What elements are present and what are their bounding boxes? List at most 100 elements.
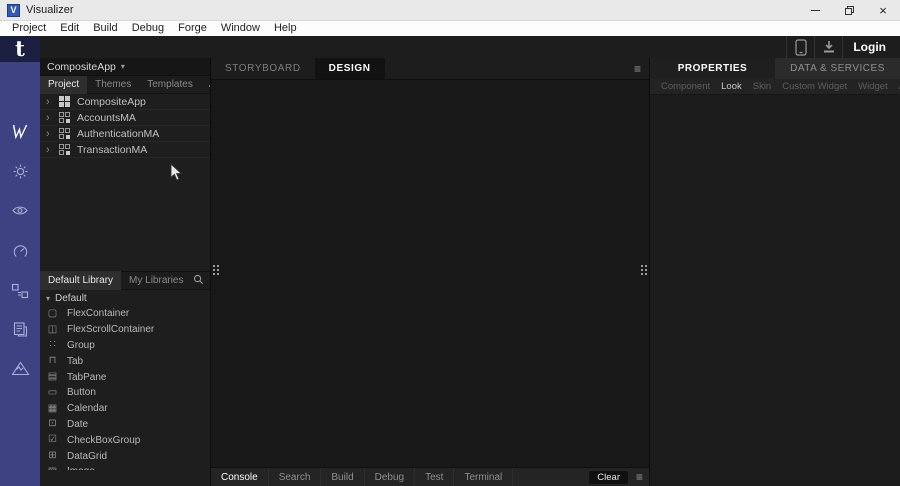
restore-icon — [845, 6, 854, 15]
tab-test[interactable]: Test — [415, 468, 454, 486]
datagrid-icon: ⊞ — [47, 450, 58, 462]
properties-panel: PROPERTIES DATA & SERVICES Component Loo… — [650, 58, 900, 486]
marketplace-mountain-icon[interactable] — [0, 361, 40, 376]
visualizer-window: V Visualizer × Project Edit Build Debug … — [0, 0, 900, 486]
tab-debug[interactable]: Debug — [365, 468, 415, 486]
preview-eye-icon[interactable] — [0, 204, 40, 217]
library-item-label: FlexScrollContainer — [67, 324, 154, 335]
app-selector-dropdown[interactable]: CompositeApp ▾ — [40, 58, 210, 76]
library-item-label: CheckBoxGroup — [67, 435, 140, 446]
restore-button[interactable] — [832, 0, 866, 20]
right-splitter-handle[interactable] — [641, 265, 647, 275]
menu-build[interactable]: Build — [86, 21, 124, 36]
chevron-right-icon[interactable]: › — [46, 144, 56, 156]
subtab-widget[interactable]: Widget — [858, 81, 888, 92]
properties-body — [650, 95, 900, 486]
device-preview-button[interactable] — [787, 36, 814, 58]
close-button[interactable]: × — [866, 0, 900, 20]
checkboxgroup-icon: ☑ — [47, 434, 58, 446]
chevron-right-icon[interactable]: › — [46, 112, 56, 124]
minimize-button[interactable] — [798, 0, 832, 20]
design-canvas-area: STORYBOARD DESIGN ≡ Console Search Build… — [210, 58, 650, 486]
tab-my-libraries[interactable]: My Libraries — [121, 271, 191, 290]
performance-gauge-icon[interactable] — [0, 243, 40, 260]
project-tree: › CompositeApp › AccountsMA › Authentica… — [40, 94, 210, 158]
microapp-icon — [59, 144, 70, 155]
library-item[interactable]: ▨ Image — [40, 464, 210, 470]
docs-icon[interactable] — [0, 321, 40, 338]
left-panel: CompositeApp ▾ Project Themes Templates … — [40, 58, 210, 486]
properties-subtabs: Component Look Skin Custom Widget Widget… — [650, 79, 900, 95]
right-panel-tabs: PROPERTIES DATA & SERVICES — [650, 58, 900, 79]
tree-item-accountsma[interactable]: › AccountsMA — [40, 110, 210, 126]
login-button[interactable]: Login — [843, 40, 900, 54]
library-item[interactable]: ⊞ DataGrid — [40, 448, 210, 464]
tab-storyboard[interactable]: STORYBOARD — [211, 58, 315, 79]
library-item[interactable]: ▤ TabPane — [40, 369, 210, 385]
components-flow-icon[interactable] — [0, 283, 40, 299]
library-item[interactable]: ⊡ Date — [40, 417, 210, 433]
console-bar: Console Search Build Debug Test Terminal… — [211, 467, 649, 486]
download-button[interactable] — [815, 36, 842, 58]
tab-themes[interactable]: Themes — [87, 76, 139, 94]
library-item[interactable]: ▭ Button — [40, 385, 210, 401]
tree-item-transactionma[interactable]: › TransactionMA — [40, 142, 210, 158]
tab-project[interactable]: Project — [40, 76, 87, 94]
library-item-label: Group — [67, 340, 95, 351]
menu-window[interactable]: Window — [214, 21, 267, 36]
menu-forge[interactable]: Forge — [171, 21, 214, 36]
canvas-menu-icon[interactable]: ≡ — [634, 63, 649, 75]
menu-help[interactable]: Help — [267, 21, 304, 36]
tree-item-authenticationma[interactable]: › AuthenticationMA — [40, 126, 210, 142]
library-group-default[interactable]: ▾ Default — [40, 290, 210, 306]
library-group-label: Default — [55, 293, 87, 304]
titlebar: V Visualizer × — [0, 0, 900, 21]
settings-gear-icon[interactable] — [0, 163, 40, 180]
tab-properties[interactable]: PROPERTIES — [650, 58, 775, 79]
console-menu-icon[interactable]: ≡ — [636, 471, 643, 483]
date-icon: ⊡ — [47, 418, 58, 430]
tab-build[interactable]: Build — [321, 468, 364, 486]
canvas-tab-bar: STORYBOARD DESIGN ≡ — [211, 58, 649, 80]
tree-item-compositeapp[interactable]: › CompositeApp — [40, 94, 210, 110]
tab-default-library[interactable]: Default Library — [40, 271, 121, 290]
left-splitter-handle[interactable] — [213, 265, 219, 275]
flexcontainer-icon: ▢ — [47, 308, 58, 320]
library-item[interactable]: ▦ Calendar — [40, 401, 210, 417]
menu-debug[interactable]: Debug — [125, 21, 171, 36]
subtab-look[interactable]: Look — [721, 81, 742, 92]
menu-bar: Project Edit Build Debug Forge Window He… — [0, 21, 900, 36]
tab-search[interactable]: Search — [269, 468, 322, 486]
library-item-label: Button — [67, 387, 96, 398]
project-panel-tabs: Project Themes Templates Assets ≡ — [40, 76, 210, 94]
button-widget-icon: ▭ — [47, 387, 58, 399]
menu-edit[interactable]: Edit — [53, 21, 86, 36]
tab-data-services[interactable]: DATA & SERVICES — [775, 58, 900, 79]
visualizer-logo-icon[interactable] — [0, 122, 40, 140]
chevron-down-icon: ▾ — [46, 294, 50, 303]
menu-project[interactable]: Project — [5, 21, 53, 36]
tree-item-label: AccountsMA — [77, 112, 136, 124]
clear-button[interactable]: Clear — [589, 471, 628, 484]
tab-terminal[interactable]: Terminal — [454, 468, 513, 486]
tab-templates[interactable]: Templates — [139, 76, 201, 94]
library-item[interactable]: ◫ FlexScrollContainer — [40, 322, 210, 338]
chevron-right-icon[interactable]: › — [46, 128, 56, 140]
library-item-label: Image — [67, 466, 95, 470]
library-item[interactable]: ▢ FlexContainer — [40, 306, 210, 322]
library-item[interactable]: ☑ CheckBoxGroup — [40, 432, 210, 448]
tab-design[interactable]: DESIGN — [315, 58, 385, 79]
tab-console[interactable]: Console — [211, 468, 269, 486]
subtab-custom-widget[interactable]: Custom Widget — [782, 81, 847, 92]
library-item[interactable]: ⊓ Tab — [40, 353, 210, 369]
subtab-skin[interactable]: Skin — [753, 81, 771, 92]
library-item[interactable]: ∷ Group — [40, 338, 210, 354]
library-item-label: Tab — [67, 356, 83, 367]
chevron-down-icon: ▾ — [121, 62, 125, 71]
design-canvas[interactable] — [211, 80, 649, 467]
library-search-icon[interactable] — [193, 274, 204, 285]
window-controls: × — [798, 0, 900, 20]
subtab-component[interactable]: Component — [661, 81, 710, 92]
calendar-icon: ▦ — [47, 403, 58, 415]
chevron-right-icon[interactable]: › — [46, 96, 56, 108]
